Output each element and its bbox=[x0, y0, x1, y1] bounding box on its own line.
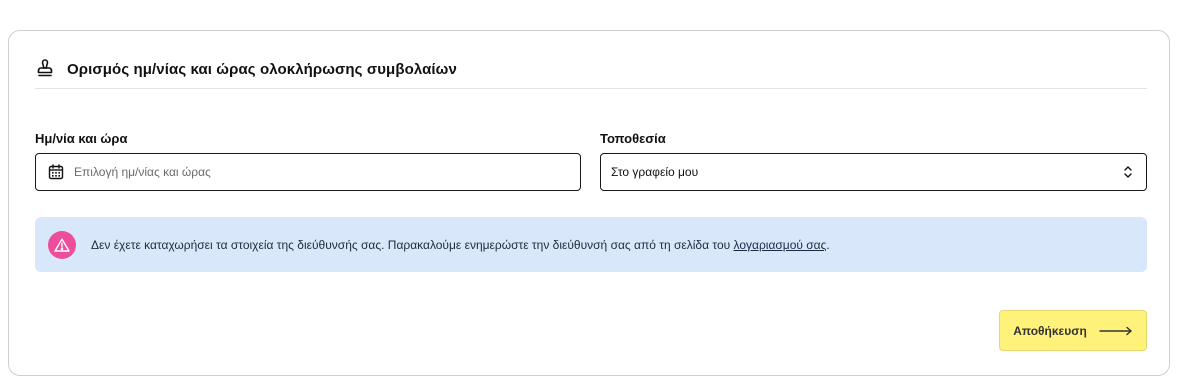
section-title: Ορισμός ημ/νίας και ώρας ολοκλήρωσης συμ… bbox=[67, 60, 457, 78]
contract-completion-card: Ορισμός ημ/νίας και ώρας ολοκλήρωσης συμ… bbox=[8, 30, 1170, 376]
date-time-label: Ημ/νία και ώρα bbox=[35, 131, 128, 146]
account-page-link[interactable]: λογαριασμού σας bbox=[734, 238, 827, 252]
chevron-up-down-icon bbox=[1122, 164, 1134, 180]
warning-icon bbox=[48, 230, 76, 259]
calendar-icon bbox=[48, 164, 64, 180]
header-divider bbox=[35, 88, 1147, 89]
alert-text: Δεν έχετε καταχωρήσει τα στοιχεία της δι… bbox=[91, 237, 734, 252]
location-label: Τοποθεσία bbox=[600, 131, 666, 146]
save-button[interactable]: Αποθήκευση bbox=[999, 310, 1147, 351]
location-selected-value: Στο γραφείο μου bbox=[611, 165, 699, 179]
stamp-icon bbox=[35, 59, 55, 79]
alert-message: Δεν έχετε καταχωρήσει τα στοιχεία της δι… bbox=[91, 238, 830, 252]
save-button-label: Αποθήκευση bbox=[1013, 323, 1087, 338]
alert-suffix: . bbox=[826, 237, 830, 252]
location-select[interactable]: Στο γραφείο μου bbox=[600, 153, 1147, 191]
section-header: Ορισμός ημ/νίας και ώρας ολοκλήρωσης συμ… bbox=[35, 57, 457, 81]
date-time-picker[interactable] bbox=[35, 153, 581, 191]
address-missing-alert: Δεν έχετε καταχωρήσει τα στοιχεία της δι… bbox=[35, 217, 1147, 272]
arrow-right-icon bbox=[1099, 326, 1133, 336]
date-time-input[interactable] bbox=[74, 165, 554, 179]
